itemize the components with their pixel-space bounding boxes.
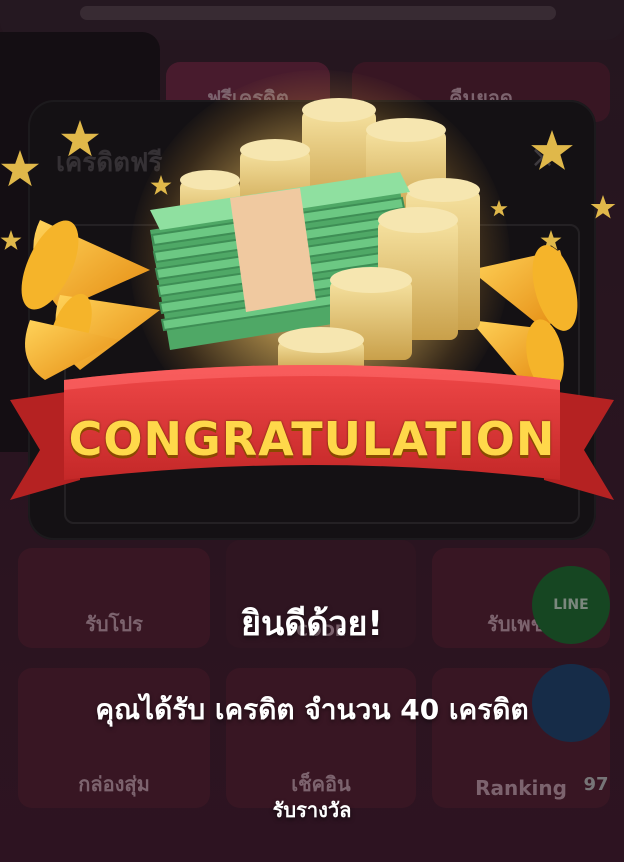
reward-message: คุณได้รับ เครดิต จำนวน 40 เครดิต (95, 693, 529, 726)
reward-title: ยินดีด้วย! (241, 604, 383, 644)
money-stack-with-coins-icon (0, 98, 616, 500)
banner-text: CONGRATULATION (68, 412, 556, 466)
claim-reward-button[interactable]: รับรางวัล (212, 788, 412, 832)
reward-popup-screen: ฟรีเครดิต คืนยอด เครดิตฟรี × รับโปร CODE… (0, 0, 624, 862)
